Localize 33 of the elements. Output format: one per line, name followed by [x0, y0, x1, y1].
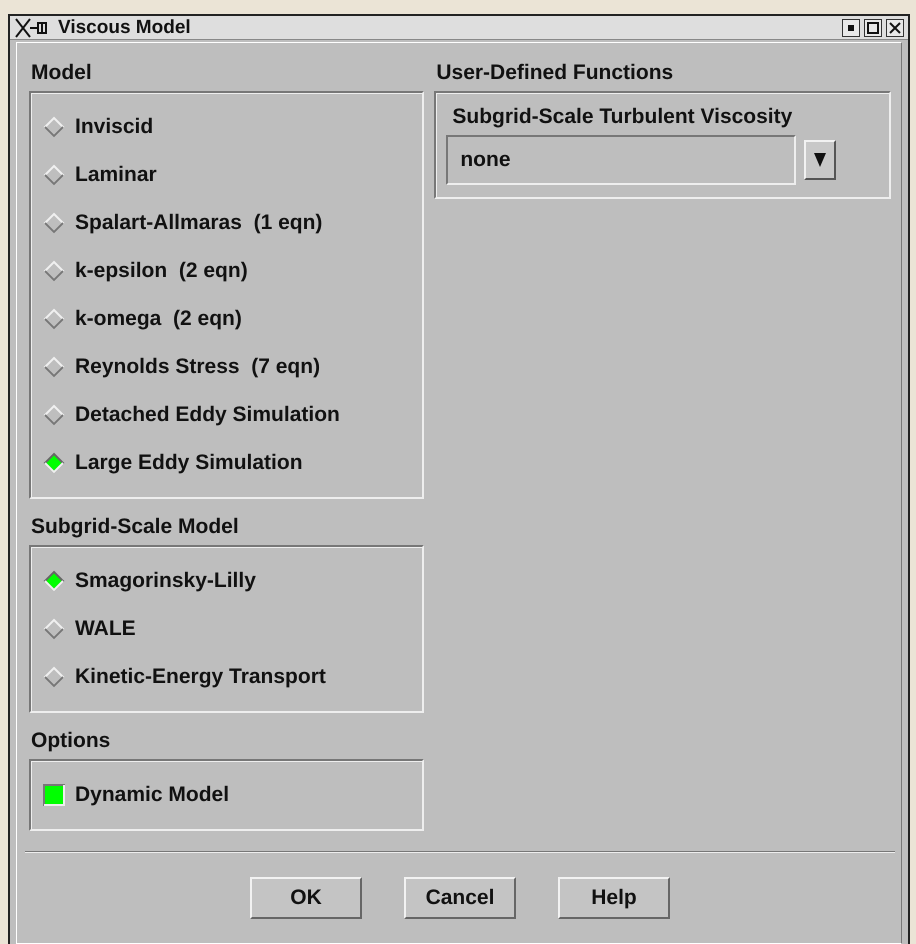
dropdown-field[interactable]: none: [446, 135, 796, 185]
minimize-icon: [848, 24, 854, 30]
close-button[interactable]: [886, 18, 904, 36]
field-label: Subgrid-Scale Turbulent Viscosity: [451, 104, 794, 130]
radio-label[interactable]: Reynolds Stress (7 eqn): [75, 355, 320, 379]
group-heading: Options: [30, 728, 112, 754]
dialog-button[interactable]: Cancel: [404, 877, 516, 919]
radio-label[interactable]: Laminar: [75, 163, 157, 187]
radio-label[interactable]: Detached Eddy Simulation: [75, 403, 340, 427]
group-heading: Model: [30, 60, 93, 86]
maximize-button[interactable]: [864, 18, 882, 36]
caret-icon: [813, 151, 828, 169]
group-heading: Subgrid-Scale Model: [30, 514, 240, 540]
radio-label[interactable]: Spalart-Allmaras (1 eqn): [75, 211, 322, 235]
window-title: Viscous Model: [58, 16, 192, 38]
radio-label[interactable]: k-omega (2 eqn): [75, 307, 242, 331]
radio-label[interactable]: WALE: [75, 617, 136, 641]
radio-label[interactable]: Inviscid: [75, 115, 154, 139]
radio-label[interactable]: Large Eddy Simulation: [75, 451, 303, 475]
dialog-button[interactable]: OK: [250, 877, 362, 919]
radio-button[interactable]: [43, 570, 65, 592]
radio-label[interactable]: Kinetic-Energy Transport: [75, 665, 326, 689]
close-icon: [889, 22, 901, 34]
minimize-button[interactable]: [842, 18, 860, 36]
radio-label[interactable]: k-epsilon (2 eqn): [75, 259, 248, 283]
maximize-icon: [867, 22, 879, 34]
checkbox-label[interactable]: Dynamic Model: [75, 783, 230, 807]
radio-label[interactable]: Smagorinsky-Lilly: [75, 569, 256, 593]
dialog-button[interactable]: Help: [558, 877, 670, 919]
checkbox[interactable]: [43, 784, 65, 806]
radio-button[interactable]: [43, 452, 65, 474]
dropdown-button[interactable]: [804, 140, 836, 180]
group-heading: User-Defined Functions: [435, 60, 674, 86]
